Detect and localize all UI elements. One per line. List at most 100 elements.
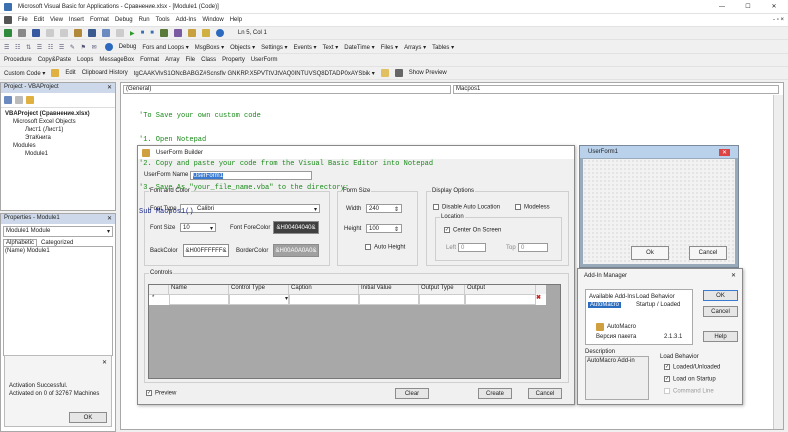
activation-ok-button[interactable]: OK xyxy=(69,412,107,423)
column-header[interactable]: Name xyxy=(169,285,229,294)
column-header[interactable]: Caption xyxy=(289,285,359,294)
class-button[interactable]: Class xyxy=(201,57,216,63)
loops-button[interactable]: Loops xyxy=(77,57,93,63)
paste-icon[interactable] xyxy=(380,69,389,77)
excel-view-icon[interactable] xyxy=(4,16,12,24)
menu-insert[interactable]: Insert xyxy=(69,17,84,23)
output-cell[interactable] xyxy=(465,294,536,305)
menu-help[interactable]: Help xyxy=(230,17,242,23)
property-button[interactable]: Property xyxy=(222,57,245,63)
folder-icon[interactable] xyxy=(51,69,60,77)
save-icon[interactable] xyxy=(32,29,40,37)
menu-file[interactable]: File xyxy=(18,17,28,23)
close-icon[interactable]: ✕ xyxy=(102,359,107,366)
left-spinner[interactable]: 0 xyxy=(458,243,486,252)
menu-run[interactable]: Run xyxy=(139,17,150,23)
output-type-cell[interactable] xyxy=(419,294,465,305)
clipboard-history-select[interactable]: tgCAAKVlvS1ONcBABGZ#Scnsflv GNKRP.X5PVTt… xyxy=(134,70,375,77)
break-icon[interactable]: ■ xyxy=(141,30,145,36)
tree-project[interactable]: VBAProject (Сравнение.xlsx) xyxy=(5,110,111,118)
show-preview-button[interactable]: Show Preview xyxy=(409,70,447,76)
delete-row-icon[interactable]: ✖ xyxy=(536,294,546,305)
file-button[interactable]: File xyxy=(185,57,195,63)
format-button[interactable]: Format xyxy=(140,57,159,63)
tree-modules[interactable]: Modules xyxy=(5,142,111,150)
trash-icon[interactable] xyxy=(394,69,403,77)
debug-tool-icons[interactable]: ☰ ☷ ⇅ ☰ ☷ ☰ ✎ ⚑ ✉ xyxy=(4,44,99,51)
center-on-screen-checkbox[interactable]: ✓ Center On Screen xyxy=(444,227,501,234)
help-icon[interactable] xyxy=(215,29,224,37)
reset-icon[interactable]: ■ xyxy=(150,30,154,36)
toggle-folders-icon[interactable] xyxy=(26,96,34,104)
custom-code-menu[interactable]: Custom Code ▾ xyxy=(4,70,45,77)
view-object-icon[interactable] xyxy=(15,96,23,104)
preview-checkbox[interactable]: ✓ Preview xyxy=(146,390,176,397)
copy-icon[interactable] xyxy=(60,29,68,37)
back-color-button[interactable]: &H00FFFFFF& xyxy=(183,244,229,257)
property-value[interactable]: Module1 xyxy=(27,248,50,254)
auto-height-checkbox[interactable]: Auto Height xyxy=(365,244,405,251)
objects-menu[interactable]: Objects ▾ xyxy=(230,44,255,51)
globe-icon[interactable] xyxy=(104,43,113,51)
settings-menu[interactable]: Settings ▾ xyxy=(261,44,287,51)
tree-excel-objects[interactable]: Microsoft Excel Objects xyxy=(5,118,111,126)
top-spinner[interactable]: 0 xyxy=(518,243,548,252)
column-header[interactable]: Output xyxy=(465,285,536,294)
column-header[interactable]: Initial Value xyxy=(359,285,419,294)
tree-sheet1[interactable]: Лист1 (Лист1) xyxy=(5,126,111,134)
mdi-controls[interactable]: - ▫ × xyxy=(773,17,784,23)
userform-button[interactable]: UserForm xyxy=(251,57,278,63)
code-editor[interactable]: 'To Save your own custom code '1. Open N… xyxy=(139,96,433,232)
name-cell[interactable] xyxy=(169,294,229,305)
addin-help-button[interactable]: Help xyxy=(703,331,738,342)
menu-format[interactable]: Format xyxy=(90,17,109,23)
datetime-menu[interactable]: DateTime ▾ xyxy=(344,44,374,51)
tab-alphabetic[interactable]: Alphabetic xyxy=(3,239,38,246)
column-header[interactable]: Control Type xyxy=(229,285,289,294)
properties-icon[interactable] xyxy=(187,29,196,37)
load-on-startup-checkbox[interactable]: ✓ Load on Startup xyxy=(664,376,716,383)
project-explorer-icon[interactable] xyxy=(173,29,182,37)
modeless-checkbox[interactable]: Modeless xyxy=(515,204,550,211)
fors-and-loops-menu[interactable]: Fors and Loops ▾ xyxy=(142,44,188,51)
close-button[interactable]: ✕ xyxy=(764,3,784,10)
object-select[interactable]: Module1 Module ▾ xyxy=(3,226,113,237)
maximize-button[interactable]: ☐ xyxy=(738,3,758,10)
menu-edit[interactable]: Edit xyxy=(34,17,44,23)
find-icon[interactable] xyxy=(88,29,96,37)
tree-module1[interactable]: Module1 xyxy=(5,150,111,158)
menu-view[interactable]: View xyxy=(50,17,63,23)
menu-tools[interactable]: Tools xyxy=(156,17,170,23)
view-code-icon[interactable] xyxy=(4,96,12,104)
minimize-button[interactable]: — xyxy=(712,4,732,10)
close-icon[interactable]: ✕ xyxy=(718,148,730,156)
excel-icon[interactable] xyxy=(4,29,12,37)
disable-auto-location-checkbox[interactable]: Disable Auto Location xyxy=(433,204,500,211)
vertical-scrollbar[interactable] xyxy=(773,95,783,429)
edit-button[interactable]: Edit xyxy=(65,70,75,76)
loaded-checkbox[interactable]: ✓ Loaded/Unloaded xyxy=(664,364,720,371)
close-icon[interactable]: ✕ xyxy=(107,215,112,223)
addin-cancel-button[interactable]: Cancel xyxy=(703,306,738,317)
text-menu[interactable]: Text ▾ xyxy=(323,44,339,51)
debug-button[interactable]: Debug xyxy=(119,44,137,50)
run-icon[interactable]: ▶ xyxy=(130,30,135,37)
border-color-button[interactable]: &H00A0A0A0& xyxy=(273,244,319,257)
insert-icon[interactable] xyxy=(18,29,26,37)
addin-ok-button[interactable]: OK xyxy=(703,290,738,301)
procedure-dropdown[interactable]: Macpos1 xyxy=(453,85,779,94)
controls-grid[interactable]: Name Control Type Caption Initial Value … xyxy=(148,284,561,379)
userform-ok-button[interactable]: Ok xyxy=(631,246,669,260)
object-dropdown[interactable]: (General) xyxy=(123,85,451,94)
events-menu[interactable]: Events ▾ xyxy=(294,44,317,51)
cut-icon[interactable] xyxy=(46,29,54,37)
menu-debug[interactable]: Debug xyxy=(115,17,133,23)
menu-addins[interactable]: Add-Ins xyxy=(176,17,197,23)
initial-value-cell[interactable] xyxy=(359,294,419,305)
messagebox-button[interactable]: MessageBox xyxy=(99,57,134,63)
addin-item-name[interactable]: AutoMacro xyxy=(588,302,622,308)
undo-icon[interactable] xyxy=(102,29,110,37)
copy-paste-button[interactable]: Copy&Paste xyxy=(38,57,71,63)
object-browser-icon[interactable] xyxy=(201,29,210,37)
column-header[interactable]: Output Type xyxy=(419,285,465,294)
